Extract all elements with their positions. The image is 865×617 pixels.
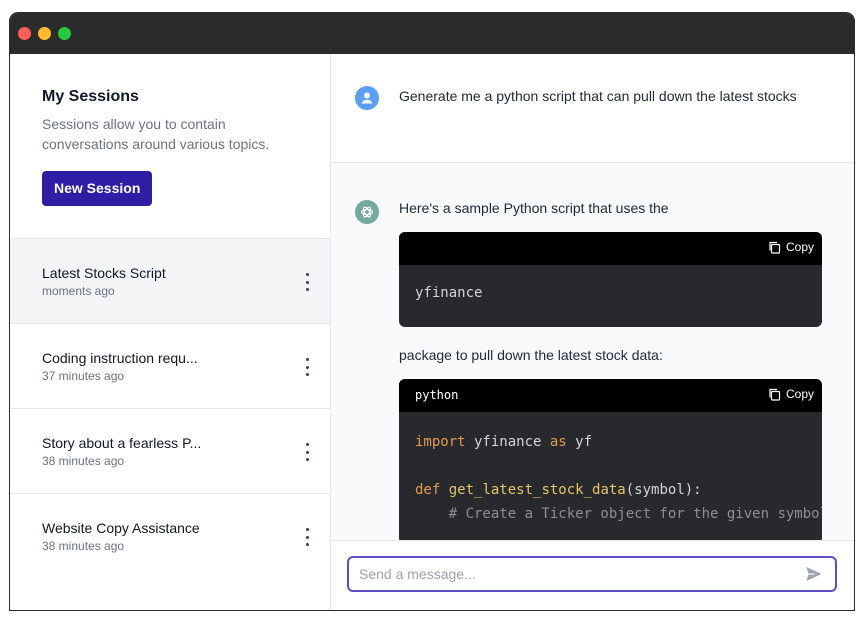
copy-code-button[interactable]: Copy [768, 240, 814, 254]
chat-panel: Generate me a python script that can pul… [331, 54, 854, 610]
code-block-header: Copy [399, 232, 822, 265]
code-block: Copy yfinance [399, 232, 822, 327]
session-title: Latest Stocks Script [42, 265, 166, 281]
session-title: Story about a fearless P... [42, 435, 202, 451]
sidebar-description: Sessions allow you to contain conversati… [42, 116, 270, 152]
session-time: moments ago [42, 284, 115, 298]
user-message-text: Generate me a python script that can pul… [399, 88, 797, 104]
session-item[interactable]: Coding instruction requ... 37 minutes ag… [10, 324, 330, 409]
zoom-window-button[interactable] [58, 27, 71, 40]
code-content: yfinance [415, 285, 483, 301]
copy-icon [769, 388, 781, 401]
session-item[interactable]: Story about a fearless P... 38 minutes a… [10, 409, 330, 494]
copy-label: Copy [785, 387, 814, 401]
assistant-message: Here's a sample Python script that uses … [331, 163, 854, 544]
session-time: 38 minutes ago [42, 539, 125, 553]
code-content: import yfinance as yf def get_latest_sto… [415, 434, 822, 522]
session-item[interactable]: Latest Stocks Script moments ago [10, 239, 330, 324]
copy-label: Copy [785, 240, 814, 254]
assistant-avatar-icon [355, 200, 379, 224]
assistant-middle-text: package to pull down the latest stock da… [399, 347, 663, 363]
code-block-header: python Copy [399, 379, 822, 412]
copy-icon [769, 241, 781, 254]
minimize-window-button[interactable] [38, 27, 51, 40]
session-time: 38 minutes ago [42, 454, 125, 468]
sidebar-title: My Sessions [42, 88, 139, 105]
assistant-intro-text: Here's a sample Python script that uses … [399, 200, 669, 216]
more-options-icon[interactable] [304, 528, 310, 546]
more-options-icon[interactable] [304, 443, 310, 461]
session-item[interactable]: Website Copy Assistance 38 minutes ago [10, 494, 330, 579]
session-time: 37 minutes ago [42, 369, 125, 383]
copy-code-button[interactable]: Copy [768, 387, 814, 401]
user-avatar-icon [355, 86, 379, 110]
code-block: python Copy import yfinance as yf def ge… [399, 379, 822, 544]
send-icon [806, 567, 822, 581]
message-input-box [347, 556, 837, 592]
session-title: Coding instruction requ... [42, 350, 198, 366]
message-composer [331, 540, 854, 610]
sessions-sidebar: My Sessions Sessions allow you to contai… [10, 54, 331, 610]
session-title: Website Copy Assistance [42, 520, 200, 536]
more-options-icon[interactable] [304, 273, 310, 291]
code-language: python [415, 388, 459, 402]
send-button[interactable] [799, 559, 829, 589]
new-session-button[interactable]: New Session [42, 171, 153, 206]
user-message: Generate me a python script that can pul… [331, 54, 854, 163]
title-bar [10, 13, 854, 54]
close-window-button[interactable] [18, 27, 31, 40]
sidebar-header: My Sessions Sessions allow you to contai… [10, 54, 330, 239]
message-input[interactable] [349, 558, 799, 590]
app-window: My Sessions Sessions allow you to contai… [10, 13, 854, 610]
more-options-icon[interactable] [304, 358, 310, 376]
